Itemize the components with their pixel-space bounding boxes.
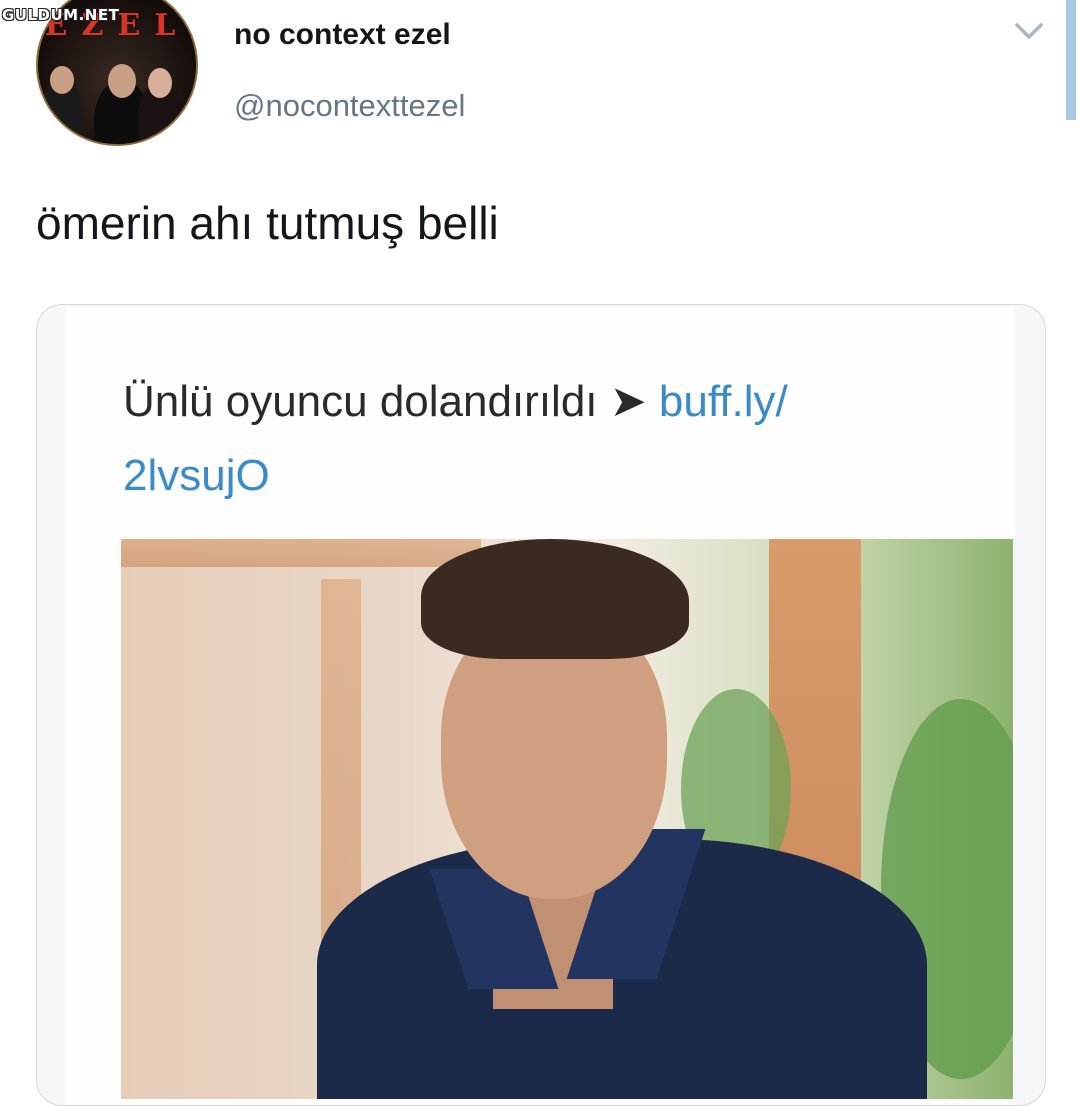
tweet-text: ömerin ahı tutmuş belli bbox=[36, 197, 499, 249]
embedded-photo bbox=[121, 539, 1013, 1099]
embedded-image-card[interactable]: Ünlü oyuncu dolandırıldı ➤ buff.ly/ 2lvs… bbox=[36, 304, 1046, 1106]
scrollbar[interactable] bbox=[1066, 0, 1076, 120]
photo-hair bbox=[421, 539, 689, 659]
embedded-post: Ünlü oyuncu dolandırıldı ➤ buff.ly/ 2lvs… bbox=[65, 307, 1015, 1105]
display-name[interactable]: no context ezel bbox=[234, 18, 451, 52]
user-handle[interactable]: @nocontexttezel bbox=[234, 88, 465, 124]
watermark: GULDUM.NET bbox=[2, 6, 120, 24]
chevron-down-icon[interactable] bbox=[1014, 20, 1044, 42]
arrow-icon: ➤ bbox=[609, 377, 647, 426]
headline-link: buff.ly/ bbox=[658, 377, 788, 426]
avatar-figure-right bbox=[138, 68, 182, 144]
avatar-figure-left bbox=[42, 66, 82, 144]
headline-link-end: 2lvsujO bbox=[123, 451, 270, 500]
pergola-beam bbox=[121, 539, 481, 567]
headline-text: Ünlü oyuncu dolandırıldı bbox=[123, 377, 598, 426]
embedded-headline: Ünlü oyuncu dolandırıldı ➤ buff.ly/ 2lvs… bbox=[123, 365, 983, 513]
